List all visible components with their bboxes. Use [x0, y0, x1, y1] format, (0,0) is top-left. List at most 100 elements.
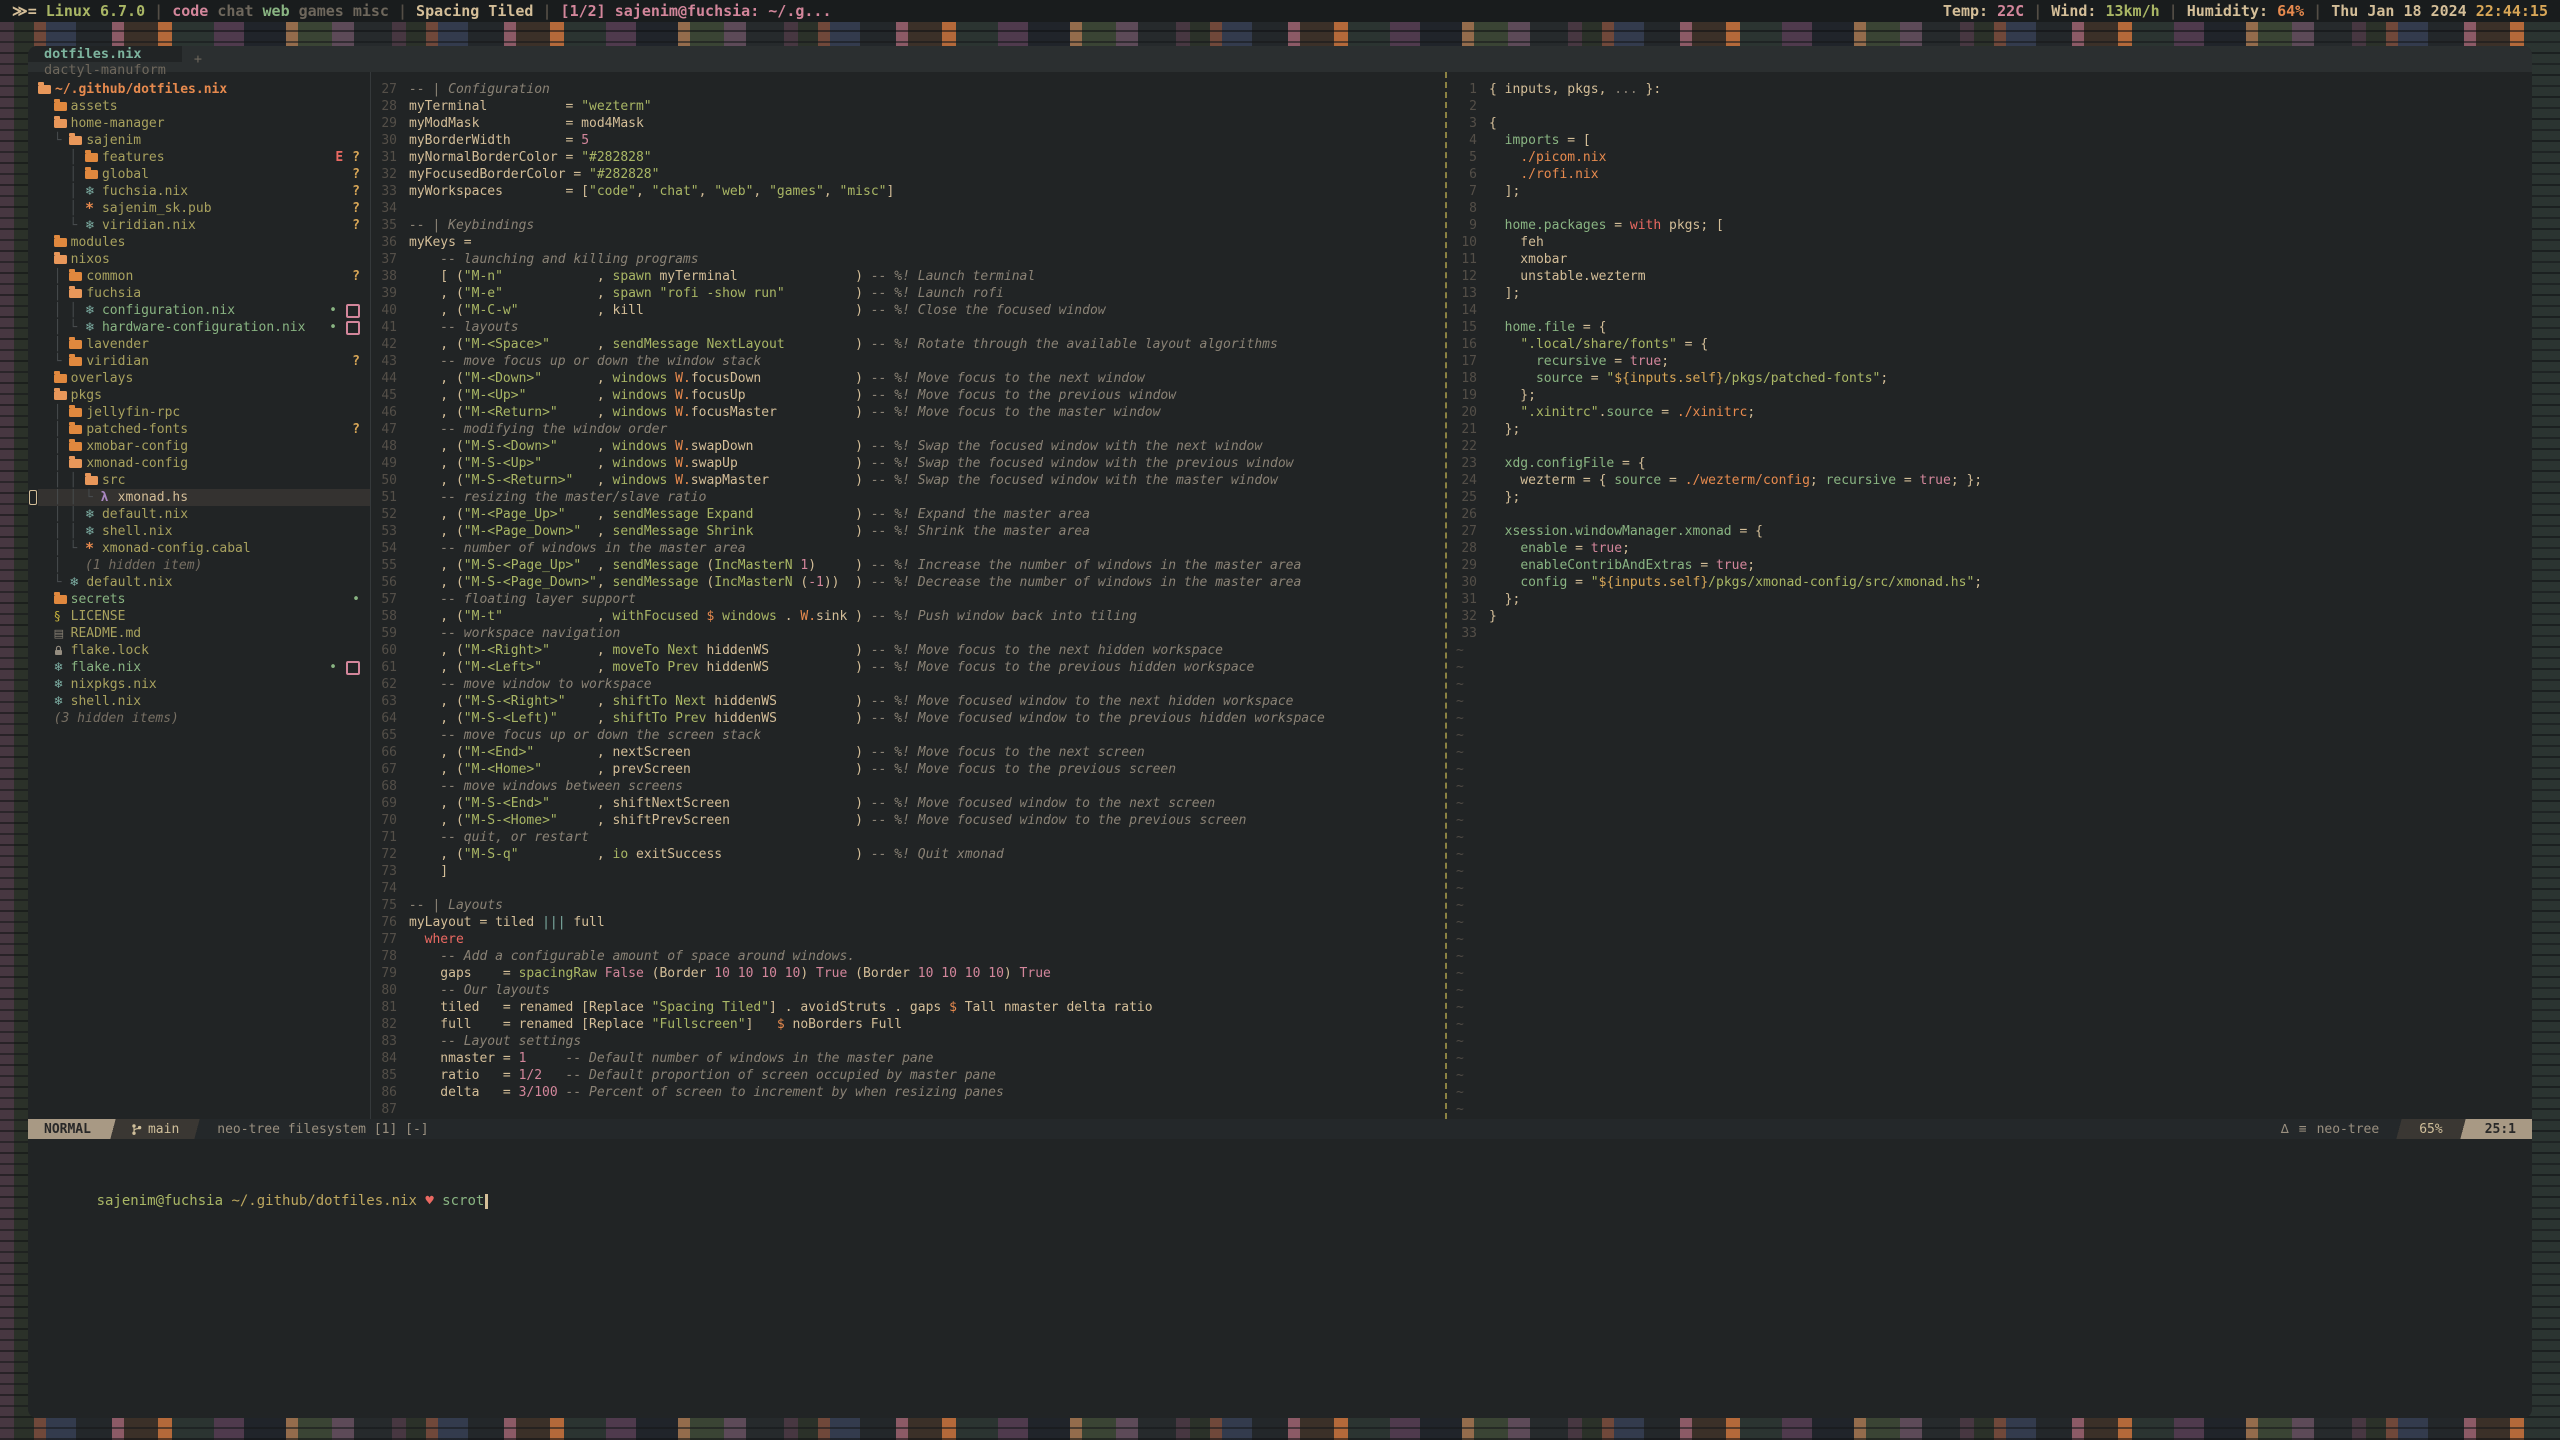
- code-line[interactable]: 42 , ("M-<Space>" , sendMessage NextLayo…: [371, 336, 1445, 353]
- tree-item[interactable]: │ │ ❄configuration.nix•: [38, 302, 370, 319]
- tree-item[interactable]: §LICENSE: [38, 608, 370, 625]
- code-line[interactable]: 17 recursive = true;: [1447, 353, 2532, 370]
- code-line[interactable]: 34: [371, 200, 1445, 217]
- tree-item[interactable]: ▤README.md: [38, 625, 370, 642]
- code-line[interactable]: 12 unstable.wezterm: [1447, 268, 2532, 285]
- tree-item[interactable]: │ lavender: [38, 336, 370, 353]
- code-line[interactable]: 83 -- Layout settings: [371, 1033, 1445, 1050]
- code-line[interactable]: 71 -- quit, or restart: [371, 829, 1445, 846]
- code-line[interactable]: 64 , ("M-S-<Left)" , shiftTo Prev hidden…: [371, 710, 1445, 727]
- code-line[interactable]: 19 };: [1447, 387, 2532, 404]
- tree-item[interactable]: │ patched-fonts?: [38, 421, 370, 438]
- code-line[interactable]: 33myWorkspaces = ["code", "chat", "web",…: [371, 183, 1445, 200]
- code-line[interactable]: 82 full = renamed [Replace "Fullscreen"]…: [371, 1016, 1445, 1033]
- tree-item[interactable]: │ fuchsia: [38, 285, 370, 302]
- tree-item[interactable]: (3 hidden items): [38, 710, 370, 727]
- code-line[interactable]: 80 -- Our layouts: [371, 982, 1445, 999]
- code-line[interactable]: 22: [1447, 438, 2532, 455]
- tree-item[interactable]: ~/.github/dotfiles.nix: [38, 81, 370, 98]
- code-line[interactable]: 35-- | Keybindings: [371, 217, 1445, 234]
- tree-item[interactable]: └ viridian?: [38, 353, 370, 370]
- code-line[interactable]: 57 -- floating layer support: [371, 591, 1445, 608]
- code-line[interactable]: 47 -- modifying the window order: [371, 421, 1445, 438]
- code-line[interactable]: 68 -- move windows between screens: [371, 778, 1445, 795]
- code-line[interactable]: 4 imports = [: [1447, 132, 2532, 149]
- code-line[interactable]: 32myFocusedBorderColor = "#282828": [371, 166, 1445, 183]
- code-line[interactable]: 78 -- Add a configurable amount of space…: [371, 948, 1445, 965]
- tree-item[interactable]: │ │ src: [38, 472, 370, 489]
- shell-pane[interactable]: sajenim@fuchsia ~/.github/dotfiles.nix ♥…: [28, 1139, 2532, 1418]
- tree-item[interactable]: └ ❄viridian.nix?: [38, 217, 370, 234]
- code-line[interactable]: 46 , ("M-<Return>" , windows W.focusMast…: [371, 404, 1445, 421]
- code-line[interactable]: 59 -- workspace navigation: [371, 625, 1445, 642]
- tree-item[interactable]: └ ❄default.nix: [38, 574, 370, 591]
- code-line[interactable]: 36myKeys =: [371, 234, 1445, 251]
- tree-item[interactable]: │ xmonad-config: [38, 455, 370, 472]
- code-line[interactable]: 10 feh: [1447, 234, 2532, 251]
- code-line[interactable]: 53 , ("M-<Page_Down>" , sendMessage Shri…: [371, 523, 1445, 540]
- tree-item[interactable]: │ │ └ λxmonad.hs: [38, 489, 370, 506]
- tree-item[interactable]: │ └ *xmonad-config.cabal: [38, 540, 370, 557]
- code-line[interactable]: 9 home.packages = with pkgs; [: [1447, 217, 2532, 234]
- code-line[interactable]: 67 , ("M-<Home>" , prevScreen ) -- %! Mo…: [371, 761, 1445, 778]
- tree-item[interactable]: home-manager: [38, 115, 370, 132]
- tree-item[interactable]: │ │ ❄shell.nix: [38, 523, 370, 540]
- code-line[interactable]: 76myLayout = tiled ||| full: [371, 914, 1445, 931]
- new-tab-button[interactable]: +: [182, 46, 214, 72]
- code-line[interactable]: 27 xsession.windowManager.xmonad = {: [1447, 523, 2532, 540]
- code-line[interactable]: 54 -- number of windows in the master ar…: [371, 540, 1445, 557]
- code-line[interactable]: 74: [371, 880, 1445, 897]
- code-line[interactable]: 55 , ("M-S-<Page_Up>" , sendMessage (Inc…: [371, 557, 1445, 574]
- code-line[interactable]: 61 , ("M-<Left>" , moveTo Prev hiddenWS …: [371, 659, 1445, 676]
- code-line[interactable]: 85 ratio = 1/2 -- Default proportion of …: [371, 1067, 1445, 1084]
- tree-item[interactable]: modules: [38, 234, 370, 251]
- tree-item[interactable]: secrets•: [38, 591, 370, 608]
- code-line[interactable]: 43 -- move focus up or down the window s…: [371, 353, 1445, 370]
- code-line[interactable]: 20 ".xinitrc".source = ./xinitrc;: [1447, 404, 2532, 421]
- code-line[interactable]: 49 , ("M-S-<Up>" , windows W.swapUp ) --…: [371, 455, 1445, 472]
- code-line[interactable]: 26: [1447, 506, 2532, 523]
- code-line[interactable]: 32}: [1447, 608, 2532, 625]
- tab-dotfiles.nix[interactable]: dotfiles.nix: [28, 46, 182, 62]
- code-line[interactable]: 38 [ ("M-n" , spawn myTerminal ) -- %! L…: [371, 268, 1445, 285]
- code-line[interactable]: 27-- | Configuration: [371, 81, 1445, 98]
- tree-item[interactable]: │ *sajenim_sk.pub?: [38, 200, 370, 217]
- tree-item[interactable]: ❄flake.nix•: [38, 659, 370, 676]
- code-line[interactable]: 5 ./picom.nix: [1447, 149, 2532, 166]
- code-line[interactable]: 65 -- move focus up or down the screen s…: [371, 727, 1445, 744]
- editor-pane-xmonad-hs[interactable]: 27-- | Configuration28myTerminal = "wezt…: [371, 72, 1445, 1119]
- code-line[interactable]: 6 ./rofi.nix: [1447, 166, 2532, 183]
- code-line[interactable]: 45 , ("M-<Up>" , windows W.focusUp ) -- …: [371, 387, 1445, 404]
- tree-item[interactable]: nixos: [38, 251, 370, 268]
- code-line[interactable]: 50 , ("M-S-<Return>" , windows W.swapMas…: [371, 472, 1445, 489]
- code-line[interactable]: 56 , ("M-S-<Page_Down>", sendMessage (In…: [371, 574, 1445, 591]
- code-line[interactable]: 40 , ("M-C-w" , kill ) -- %! Close the f…: [371, 302, 1445, 319]
- code-line[interactable]: 62 -- move window to workspace: [371, 676, 1445, 693]
- code-line[interactable]: 77 where: [371, 931, 1445, 948]
- code-line[interactable]: 8: [1447, 200, 2532, 217]
- code-line[interactable]: 58 , ("M-t" , withFocused $ windows . W.…: [371, 608, 1445, 625]
- code-line[interactable]: 75-- | Layouts: [371, 897, 1445, 914]
- code-line[interactable]: 29 enableContribAndExtras = true;: [1447, 557, 2532, 574]
- tree-item[interactable]: │ global?: [38, 166, 370, 183]
- code-line[interactable]: 81 tiled = renamed [Replace "Spacing Til…: [371, 999, 1445, 1016]
- code-line[interactable]: 37 -- launching and killing programs: [371, 251, 1445, 268]
- code-line[interactable]: 86 delta = 3/100 -- Percent of screen to…: [371, 1084, 1445, 1101]
- code-line[interactable]: 24 wezterm = { source = ./wezterm/config…: [1447, 472, 2532, 489]
- code-line[interactable]: 21 };: [1447, 421, 2532, 438]
- tree-item[interactable]: assets: [38, 98, 370, 115]
- code-line[interactable]: 30 config = "${inputs.self}/pkgs/xmonad-…: [1447, 574, 2532, 591]
- code-line[interactable]: 60 , ("M-<Right>" , moveTo Next hiddenWS…: [371, 642, 1445, 659]
- code-line[interactable]: 87: [371, 1101, 1445, 1118]
- tree-item[interactable]: ❄shell.nix: [38, 693, 370, 710]
- code-line[interactable]: 7 ];: [1447, 183, 2532, 200]
- editor-pane-nix[interactable]: 1{ inputs, pkgs, ... }:23{4 imports = [5…: [1445, 72, 2532, 1119]
- code-line[interactable]: 28myTerminal = "wezterm": [371, 98, 1445, 115]
- tree-item[interactable]: │ featuresE?: [38, 149, 370, 166]
- code-line[interactable]: 3{: [1447, 115, 2532, 132]
- code-line[interactable]: 28 enable = true;: [1447, 540, 2532, 557]
- tree-item[interactable]: │ jellyfin-rpc: [38, 404, 370, 421]
- code-line[interactable]: 18 source = "${inputs.self}/pkgs/patched…: [1447, 370, 2532, 387]
- code-line[interactable]: 33: [1447, 625, 2532, 642]
- code-line[interactable]: 25 };: [1447, 489, 2532, 506]
